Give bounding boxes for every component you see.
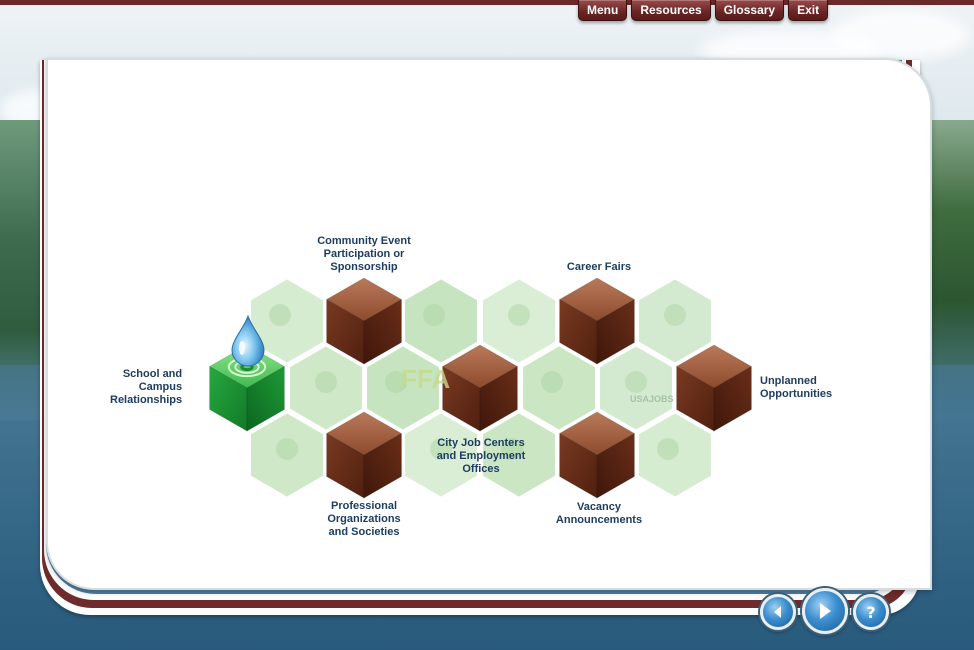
exit-button[interactable]: Exit: [788, 0, 829, 21]
back-button[interactable]: [760, 594, 796, 630]
top-menu: Menu Resources Glossary Exit: [578, 0, 829, 21]
water-drop-icon: [231, 314, 265, 367]
label-community-event: Community Event Participation or Sponsor…: [317, 235, 411, 273]
glossary-button[interactable]: Glossary: [714, 0, 785, 21]
label-unplanned: Unplanned Opportunities: [760, 375, 833, 400]
label-vacancy: Vacancy Announcements: [555, 501, 643, 526]
next-arrow-icon: [820, 603, 831, 619]
label-city-job-centers: City Job Centers and Employment Offices: [436, 437, 526, 475]
back-arrow-icon: [774, 606, 781, 618]
menu-button[interactable]: Menu: [578, 0, 628, 21]
label-professional: Professional Organizations and Societies: [327, 500, 401, 538]
cloud: [830, 10, 970, 60]
content-card: [46, 58, 932, 590]
help-icon: ?: [866, 602, 876, 622]
next-button[interactable]: [802, 588, 848, 634]
label-career-fairs: Career Fairs: [566, 261, 632, 273]
help-button[interactable]: ?: [853, 594, 889, 630]
resources-button[interactable]: Resources: [631, 0, 711, 21]
label-school-campus: School and Campus Relationships: [110, 368, 183, 406]
